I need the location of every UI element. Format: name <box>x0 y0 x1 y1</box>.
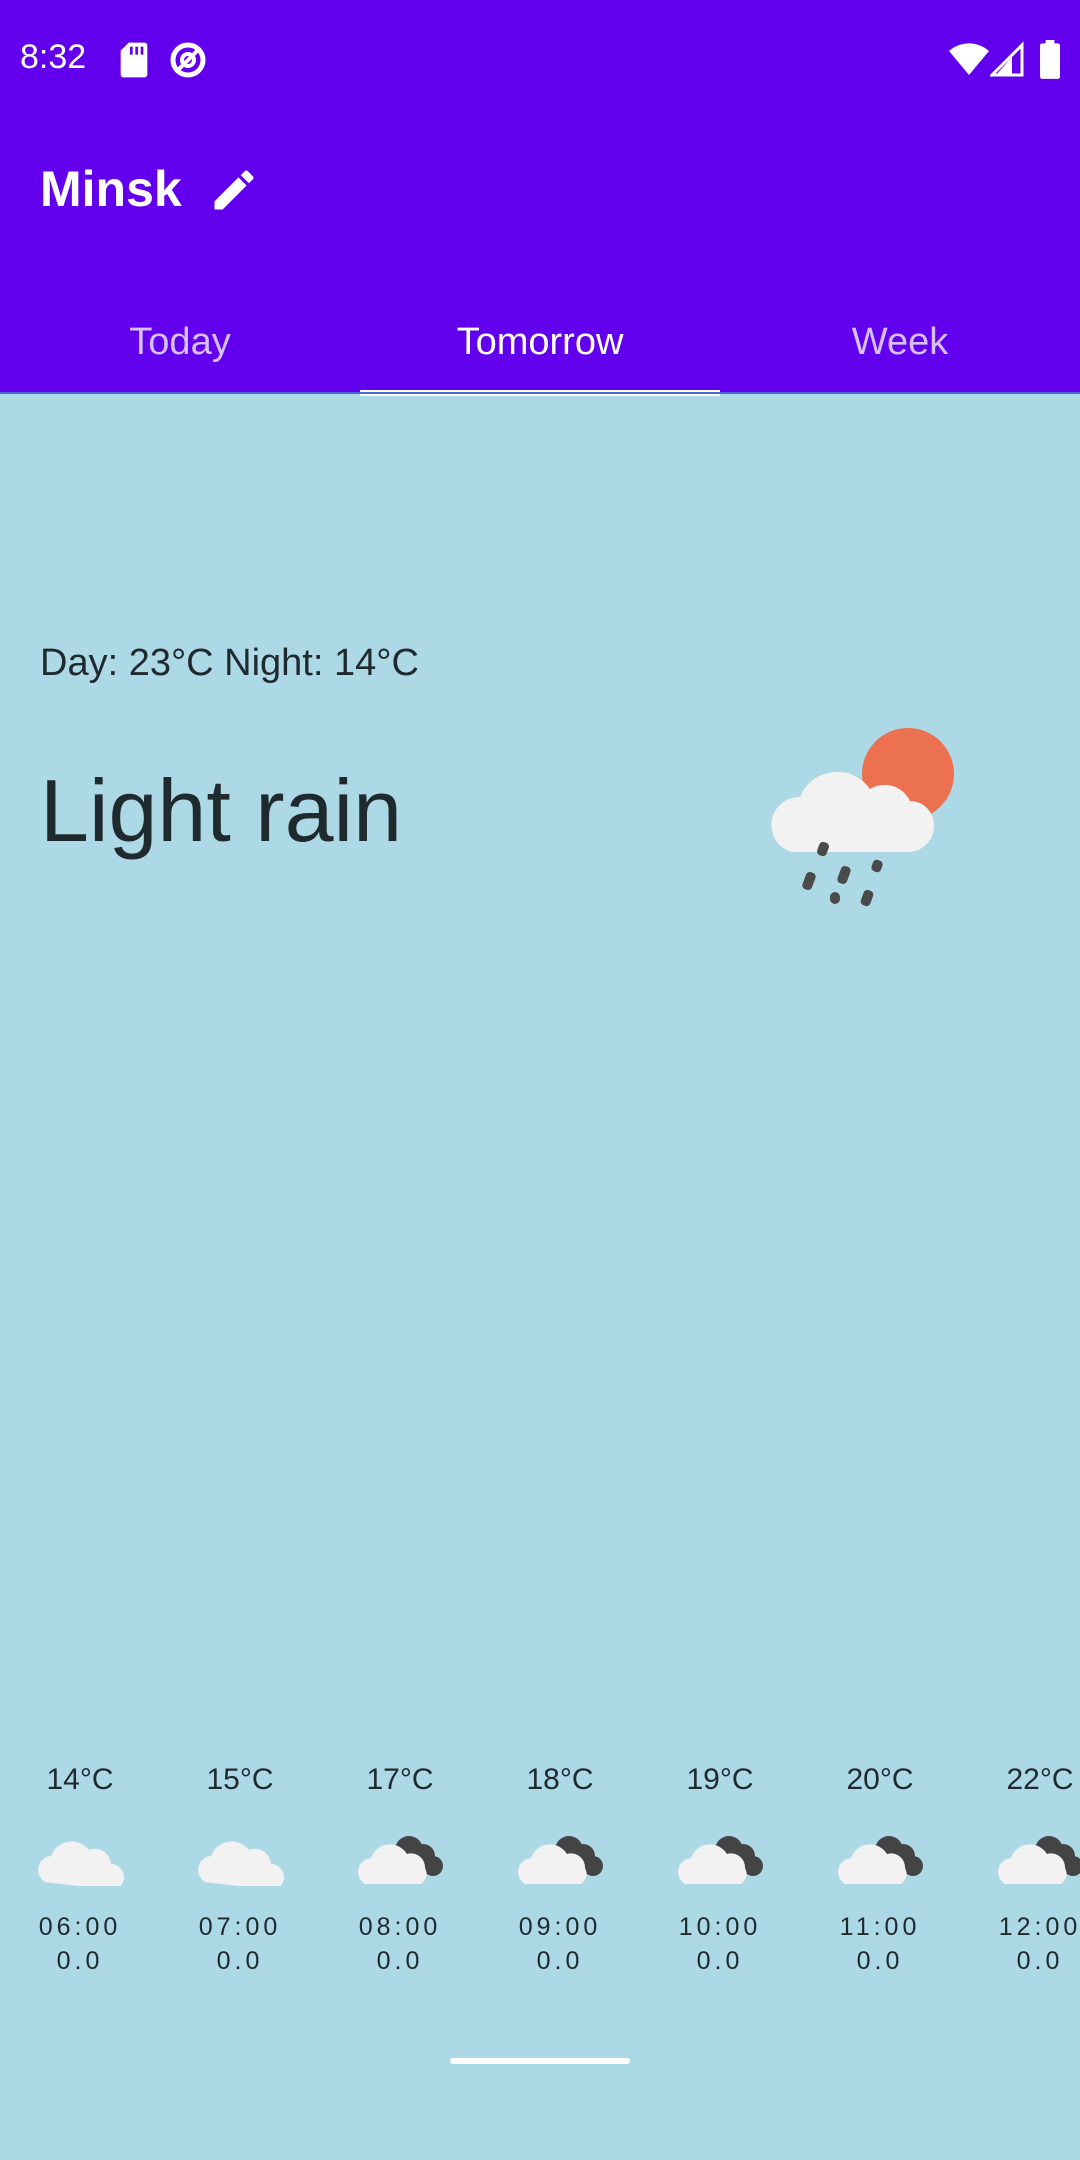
tab-today[interactable]: Today <box>0 290 360 394</box>
cloudy-icon <box>358 1836 443 1884</box>
hour-precip: 0.0 <box>536 1947 584 1975</box>
tab-label: Today <box>129 320 231 363</box>
status-time: 8:32 <box>20 38 87 76</box>
pencil-icon[interactable] <box>208 164 260 216</box>
status-bar: 8:32 <box>0 0 1080 120</box>
cloudy-icon <box>518 1836 603 1884</box>
hourly-forecast[interactable]: 14°C 06:00 0.0 15°C 07:00 0.0 17°C 08:00… <box>0 1760 1080 2010</box>
hour-precip: 0.0 <box>1016 1947 1064 1975</box>
hour-temp: 18°C <box>526 1763 594 1796</box>
hour-item: 14°C 06:00 0.0 <box>0 1760 160 1978</box>
hour-temp: 20°C <box>846 1763 914 1796</box>
app-bar-divider <box>0 392 1080 394</box>
tab-label: Week <box>851 320 949 363</box>
battery-icon <box>1040 40 1060 79</box>
hour-temp: 14°C <box>46 1763 114 1796</box>
hour-item: 20°C 11:00 0.0 <box>800 1760 960 1978</box>
cloud-icon <box>198 1841 284 1886</box>
hour-item: 22°C 12:00 0.0 <box>960 1760 1080 1978</box>
hour-item: 17°C 08:00 0.0 <box>320 1760 480 1978</box>
hour-time: 06:00 <box>38 1913 122 1941</box>
hour-time: 10:00 <box>678 1913 762 1941</box>
hour-time: 09:00 <box>518 1913 602 1941</box>
light-rain-sun-icon <box>771 728 954 907</box>
hour-precip: 0.0 <box>216 1947 264 1975</box>
tab-week[interactable]: Week <box>720 290 1080 394</box>
weather-condition: Light rain <box>40 761 403 860</box>
city-title: Minsk <box>40 161 182 217</box>
day-night-temperature: Day: 23°C Night: 14°C <box>40 642 419 684</box>
hour-temp: 15°C <box>206 1763 274 1796</box>
hour-item: 18°C 09:00 0.0 <box>480 1760 640 1978</box>
data-saver-icon <box>170 42 206 78</box>
hour-precip: 0.0 <box>856 1947 904 1975</box>
hour-time: 11:00 <box>839 1913 921 1941</box>
tab-label: Tomorrow <box>456 320 624 363</box>
tab-bar: Today Tomorrow Week <box>0 290 1080 396</box>
hour-time: 08:00 <box>358 1913 442 1941</box>
hour-temp: 22°C <box>1006 1763 1074 1796</box>
hour-item: 15°C 07:00 0.0 <box>160 1760 320 1978</box>
hour-precip: 0.0 <box>696 1947 744 1975</box>
signal-icon <box>990 41 1024 77</box>
cloud-icon <box>38 1841 124 1886</box>
cloudy-icon <box>998 1836 1080 1884</box>
home-indicator[interactable] <box>450 2058 630 2064</box>
hour-temp: 19°C <box>686 1763 754 1796</box>
hour-time: 12:00 <box>998 1913 1080 1941</box>
hour-item: 19°C 10:00 0.0 <box>640 1760 800 1978</box>
tab-tomorrow[interactable]: Tomorrow <box>360 290 720 394</box>
hour-time: 07:00 <box>198 1913 282 1941</box>
hour-precip: 0.0 <box>376 1947 424 1975</box>
hour-precip: 0.0 <box>56 1947 104 1975</box>
cloudy-icon <box>678 1836 763 1884</box>
sd-card-icon <box>120 42 148 78</box>
wifi-icon <box>949 43 989 75</box>
app-bar: 8:32 Minsk Today Tomorrow Week <box>0 0 1080 396</box>
cloudy-icon <box>838 1836 923 1884</box>
hour-temp: 17°C <box>366 1763 434 1796</box>
